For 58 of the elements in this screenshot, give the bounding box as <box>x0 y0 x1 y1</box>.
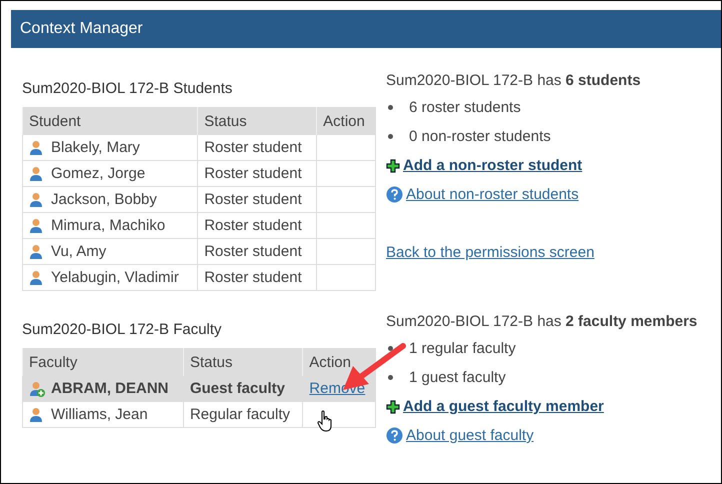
person-icon <box>29 140 45 156</box>
column-header: Student <box>22 108 198 134</box>
summary-item: 1 guest faculty <box>409 369 506 386</box>
person-icon <box>29 270 45 286</box>
status-cell: Roster student <box>198 134 317 160</box>
status-cell: Guest faculty <box>183 376 303 402</box>
summary-heading: Sum2020-BIOL 172-B has 2 faculty members <box>386 312 698 332</box>
person-icon <box>29 166 45 182</box>
bullet-icon <box>388 105 393 110</box>
status-cell: Regular faculty <box>183 402 303 428</box>
status-cell: Roster student <box>198 238 317 264</box>
person-icon <box>29 406 45 423</box>
person-name: Williams, Jean <box>51 406 148 424</box>
person-name: Yelabugin, Vladimir <box>51 269 179 286</box>
action-cell <box>316 212 376 238</box>
status-cell: Roster student <box>198 264 317 290</box>
column-header: Action <box>302 348 376 376</box>
action-cell <box>316 238 376 264</box>
column-header: Status <box>198 108 317 134</box>
action-cell <box>316 186 376 212</box>
bullet-icon <box>388 375 393 380</box>
help-icon <box>386 427 403 444</box>
person-name: Vu, Amy <box>51 243 106 260</box>
person-icon <box>29 244 45 260</box>
person-plus-icon <box>29 380 45 397</box>
column-header: Faculty <box>22 348 184 376</box>
person-name: Mimura, Machiko <box>51 217 166 234</box>
person-name: Jackson, Bobby <box>51 191 157 208</box>
help-icon <box>386 186 403 203</box>
window-title: Context Manager <box>11 10 721 48</box>
help-link[interactable]: About guest faculty <box>386 427 534 444</box>
summary-heading: Sum2020-BIOL 172-B has 6 students <box>386 71 642 91</box>
summary-item: 6 roster students <box>409 99 521 116</box>
person-name: Blakely, Mary <box>51 139 140 156</box>
action-cell <box>316 264 376 290</box>
column-header: Action <box>316 108 376 134</box>
bullet-icon <box>388 134 393 139</box>
column-header: Status <box>183 348 303 376</box>
add-link[interactable]: Add a guest faculty member <box>386 398 604 415</box>
plus-icon <box>386 400 400 414</box>
person-icon <box>29 218 45 234</box>
back-link[interactable]: Back to the permissions screen <box>386 244 594 261</box>
summary-item: 1 regular faculty <box>409 340 516 357</box>
action-cell <box>316 160 376 186</box>
status-cell: Roster student <box>198 212 317 238</box>
table-title: Sum2020-BIOL 172-B Faculty <box>22 321 223 338</box>
status-cell: Roster student <box>198 160 317 186</box>
status-cell: Roster student <box>198 186 317 212</box>
person-name: ABRAM, DEANN <box>51 380 168 398</box>
table-title: Sum2020-BIOL 172-B Students <box>22 80 234 97</box>
plus-icon <box>386 158 400 172</box>
bullet-icon <box>388 346 393 351</box>
help-link[interactable]: About non-roster students <box>386 186 579 203</box>
person-icon <box>29 192 45 208</box>
add-link[interactable]: Add a non-roster student <box>386 157 582 174</box>
person-name: Gomez, Jorge <box>51 165 146 182</box>
hand-cursor-icon <box>317 410 334 432</box>
summary-item: 0 non-roster students <box>409 128 551 145</box>
